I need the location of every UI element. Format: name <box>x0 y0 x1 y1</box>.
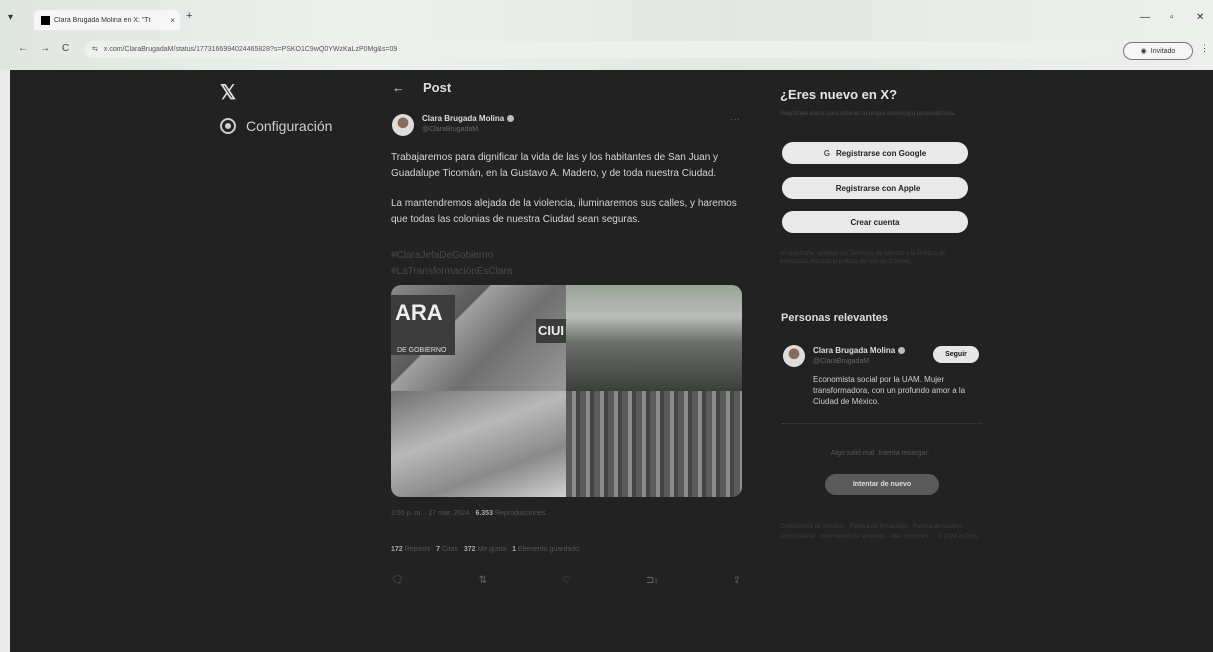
bookmarks-label: Elemento guardado <box>517 546 580 553</box>
url-field[interactable]: ⇆ x.com/ClaraBrugadaM/status/177316699402… <box>84 41 1114 58</box>
like-icon[interactable]: ♡ <box>562 575 571 586</box>
gear-icon <box>220 118 236 134</box>
guest-profile-button[interactable]: ◉ Invitado <box>1123 42 1193 60</box>
reload-button[interactable]: C <box>62 43 69 54</box>
verified-badge-icon <box>507 115 515 123</box>
signup-subtitle: Regístrate ahora para obtener tu propia … <box>780 111 956 117</box>
x-page: 𝕏 Configuración ← Post Clara Brugada Mol… <box>10 70 1213 652</box>
relevant-people-title: Personas relevantes <box>781 312 889 324</box>
apple-signup-label: Registrarse con Apple <box>835 183 921 193</box>
repost-icon[interactable]: ⇅ <box>479 575 487 586</box>
avatar[interactable] <box>783 345 805 367</box>
media-photo-3[interactable] <box>391 391 566 497</box>
views-count: 6.353 <box>475 510 493 517</box>
likes-label[interactable]: Me gusta <box>477 546 506 553</box>
x-logo-icon[interactable]: 𝕏 <box>220 80 236 105</box>
post-actions: 🗨 ⇅ ♡ ⊐1 ⇪ <box>391 575 741 586</box>
guest-label: Invitado <box>1150 47 1176 55</box>
reposts-count[interactable]: 172 <box>391 546 403 553</box>
banner-text-right: CIUI <box>536 319 566 343</box>
legal-text: Al registrarte, aceptas los Términos de … <box>780 251 946 265</box>
quotes-label[interactable]: Citas <box>442 546 458 553</box>
guest-avatar-icon: ◉ <box>1140 48 1147 55</box>
post-author[interactable]: Clara Brugada Molina @ClaraBrugadaM <box>392 114 515 136</box>
reply-icon[interactable]: 🗨 <box>391 575 404 586</box>
error-message: Algo salió mal. Intenta recargar. <box>830 450 930 457</box>
minimize-button[interactable]: — <box>1140 12 1150 23</box>
verified-badge-icon <box>898 347 906 355</box>
post-paragraph-2: La mantendremos alejada de la violencia,… <box>391 198 737 225</box>
post-media-grid: ARA DE GOBIERNO CIUI <box>391 285 742 497</box>
restore-button[interactable]: ▫ <box>1170 12 1174 23</box>
person-name[interactable]: Clara Brugada Molina <box>813 346 895 355</box>
more-options-icon[interactable]: ··· <box>730 114 740 125</box>
person-bio: Economista social por la UAM. Mujer tran… <box>813 375 966 406</box>
author-handle[interactable]: @ClaraBrugadaM <box>422 126 514 133</box>
person-handle[interactable]: @ClaraBrugadaM <box>813 358 869 365</box>
sidebar-item-label: Configuración <box>246 118 333 134</box>
post-stats: 172 Reposts 7 Citas 372 Me gusta 1 Eleme… <box>391 546 579 553</box>
media-photo-1[interactable]: ARA DE GOBIERNO CIUI <box>391 285 566 391</box>
post-paragraph-1: Trabajaremos para dignificar la vida de … <box>391 152 719 179</box>
page-title: Post <box>423 80 452 95</box>
share-icon[interactable]: ⇪ <box>733 575 741 586</box>
apple-signup-button[interactable]: Registrarse con Apple <box>782 177 968 199</box>
back-button[interactable]: ← <box>18 43 28 54</box>
create-account-button[interactable]: Crear cuenta <box>782 211 968 233</box>
banner-subtext: DE GOBIERNO <box>397 347 447 354</box>
author-name[interactable]: Clara Brugada Molina <box>422 114 504 123</box>
close-tab-icon[interactable]: × <box>170 16 175 25</box>
hashtags: #ClaraJefaDeGobierno #LaTransformaciónEs… <box>391 248 512 280</box>
media-photo-2[interactable] <box>566 285 742 391</box>
bookmark-button[interactable]: ⊐1 <box>646 575 658 586</box>
banner-text: ARA <box>391 295 455 355</box>
site-info-icon[interactable]: ⇆ <box>92 46 98 53</box>
close-window-button[interactable]: ✕ <box>1196 12 1204 23</box>
quotes-count[interactable]: 7 <box>436 546 440 553</box>
google-signup-label: Registrarse con Google <box>835 148 927 158</box>
avatar[interactable] <box>392 114 414 136</box>
browser-tab[interactable]: Clara Brugada Molina en X: "Tr × <box>34 10 180 30</box>
media-photo-4[interactable] <box>566 391 742 497</box>
bookmarks-count: 1 <box>512 546 517 553</box>
sidebar-item-settings[interactable]: Configuración <box>220 118 332 134</box>
post-timestamp[interactable]: 3:55 p. m. · 27 mar. 2024 <box>391 510 469 517</box>
tab-search-icon[interactable]: ▾ <box>8 12 13 23</box>
back-arrow-icon[interactable]: ← <box>392 80 405 95</box>
bookmark-count: 1 <box>654 579 658 585</box>
views-label: Reproducciones <box>494 510 546 517</box>
tab-title: Clara Brugada Molina en X: "Tr <box>54 16 151 24</box>
address-bar-row: ← → C ⇆ x.com/ClaraBrugadaM/status/177316… <box>0 38 1213 62</box>
google-icon: G <box>823 148 830 158</box>
post-meta: 3:55 p. m. · 27 mar. 2024 · 6.353 Reprod… <box>391 510 546 517</box>
hashtag-link[interactable]: #ClaraJefaDeGobierno <box>391 248 512 264</box>
browser-menu-icon[interactable]: ⋮ <box>1200 43 1209 54</box>
divider <box>782 423 982 424</box>
forward-button[interactable]: → <box>40 43 50 54</box>
signup-title: ¿Eres nuevo en X? <box>780 87 898 102</box>
google-signup-button[interactable]: G Registrarse con Google <box>782 142 968 164</box>
footer-links[interactable]: Condiciones de Servicio · Política de Pr… <box>780 522 980 542</box>
x-favicon-icon <box>41 15 50 25</box>
post-header: ← Post <box>392 80 451 95</box>
post-text: Trabajaremos para dignificar la vida de … <box>391 150 751 242</box>
reposts-label[interactable]: Reposts <box>405 546 431 553</box>
new-tab-button[interactable]: + <box>186 10 192 22</box>
create-account-label: Crear cuenta <box>850 217 900 227</box>
retry-button[interactable]: Intentar de nuevo <box>825 474 939 495</box>
tab-bar: ▾ Clara Brugada Molina en X: "Tr × + — ▫… <box>0 8 1213 30</box>
follow-button[interactable]: Seguir <box>933 346 979 363</box>
likes-count[interactable]: 372 <box>464 546 476 553</box>
url-text: x.com/ClaraBrugadaM/status/1773166994024… <box>103 46 398 53</box>
hashtag-link[interactable]: #LaTransformaciónEsClara <box>391 264 512 280</box>
